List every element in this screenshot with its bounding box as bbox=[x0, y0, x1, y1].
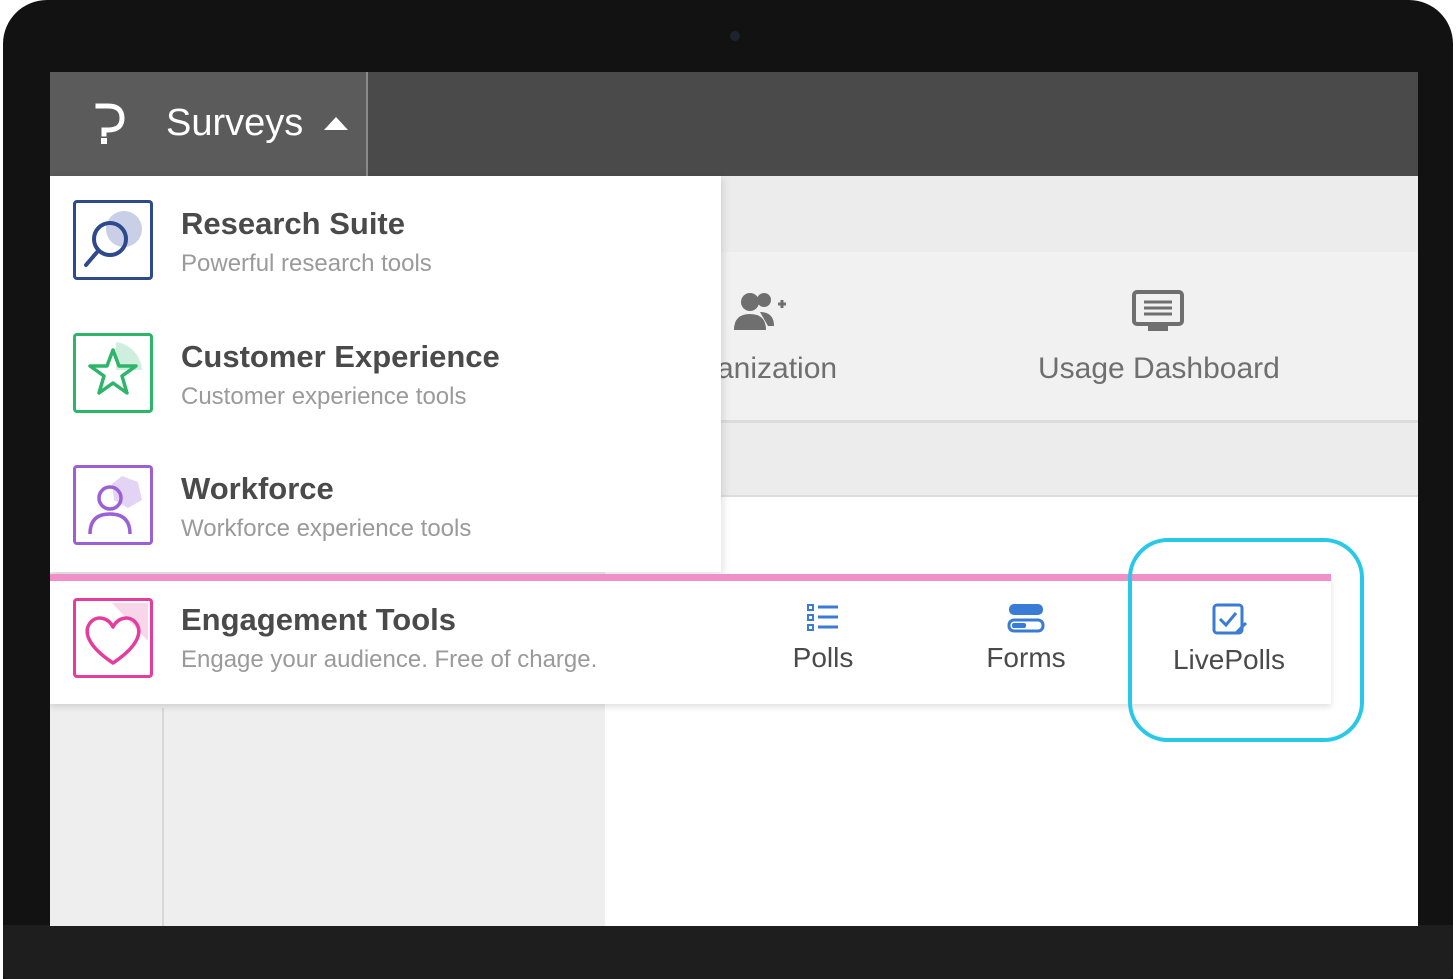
tool-polls[interactable]: Polls bbox=[763, 602, 883, 674]
menu-item-customer-experience[interactable]: Customer Experience Customer experience … bbox=[50, 308, 721, 440]
menu-item-subtitle: Powerful research tools bbox=[181, 250, 432, 277]
livepolls-highlight-ring bbox=[1128, 538, 1364, 742]
menu-item-title: Engagement Tools bbox=[181, 602, 457, 637]
list-icon bbox=[807, 604, 838, 631]
background-panel-divider bbox=[162, 708, 164, 926]
add-users-icon bbox=[734, 293, 786, 330]
menu-item-research-suite[interactable]: Research Suite Powerful research tools bbox=[50, 176, 721, 308]
person-icon bbox=[73, 465, 153, 545]
tool-forms[interactable]: Forms bbox=[966, 602, 1086, 674]
questionpro-logo-icon bbox=[95, 103, 125, 144]
laptop-hinge bbox=[3, 925, 1453, 979]
product-switcher-label: Surveys bbox=[166, 102, 304, 144]
laptop-bezel: Surveys anization Usage Dashboard Resear… bbox=[3, 0, 1453, 979]
menu-item-title: Research Suite bbox=[181, 206, 405, 241]
form-icon bbox=[1007, 604, 1045, 633]
product-switcher-button[interactable]: Surveys bbox=[50, 72, 368, 176]
menu-item-subtitle: Workforce experience tools bbox=[181, 515, 472, 542]
menu-item-subtitle: Customer experience tools bbox=[181, 383, 467, 410]
webcam bbox=[730, 31, 740, 41]
magnifier-icon bbox=[73, 200, 153, 280]
usage-dashboard-label[interactable]: Usage Dashboard bbox=[1038, 352, 1280, 386]
menu-item-subtitle: Engage your audience. Free of charge. bbox=[181, 646, 598, 673]
app-topbar: Surveys bbox=[50, 72, 1418, 176]
product-switcher-menu: Research Suite Powerful research tools C… bbox=[50, 176, 721, 572]
app-screen: Surveys anization Usage Dashboard Resear… bbox=[50, 72, 1418, 926]
heart-icon bbox=[73, 598, 153, 678]
menu-item-title: Customer Experience bbox=[181, 339, 500, 374]
menu-item-engagement-tools[interactable]: Engagement Tools Engage your audience. F… bbox=[50, 574, 721, 704]
menu-item-title: Workforce bbox=[181, 471, 334, 506]
star-icon bbox=[73, 333, 153, 413]
tool-label: Forms bbox=[986, 642, 1066, 673]
usage-dashboard-icon bbox=[1132, 290, 1184, 331]
organization-shortcut-label[interactable]: anization bbox=[717, 352, 837, 386]
caret-up-icon bbox=[324, 117, 348, 130]
menu-item-workforce[interactable]: Workforce Workforce experience tools bbox=[50, 440, 721, 572]
tool-label: Polls bbox=[792, 642, 854, 673]
